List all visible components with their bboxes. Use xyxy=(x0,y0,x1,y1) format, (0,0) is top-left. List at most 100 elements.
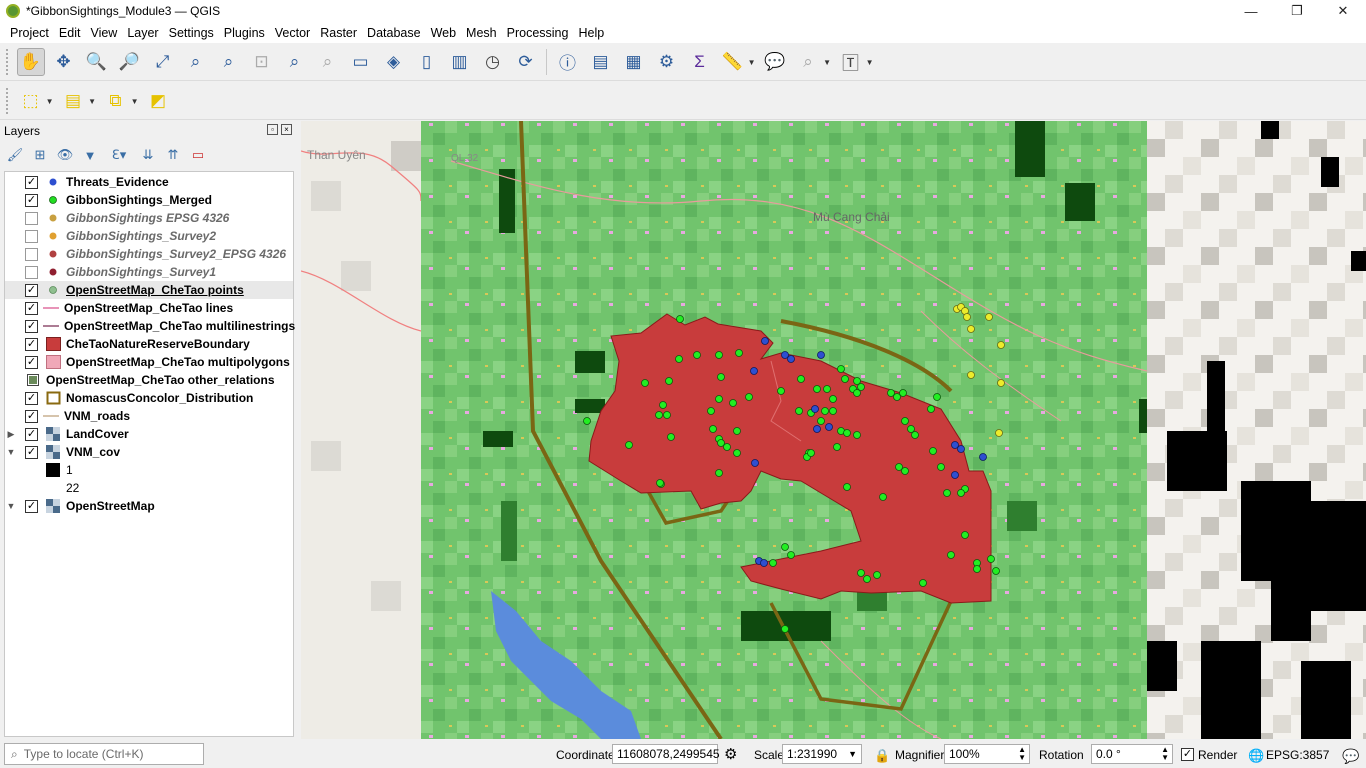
layer-visibility-checkbox[interactable]: ✓ xyxy=(25,301,38,315)
layer-row-threats-evidence[interactable]: ✓ Threats_Evidence xyxy=(5,173,293,191)
zoom-to-selection-icon[interactable]: ⌕ xyxy=(182,48,210,76)
expand-arrow-icon[interactable]: ▶ xyxy=(5,429,17,440)
rotation-field[interactable]: 0.0 ° ▲ ▼ xyxy=(1091,744,1173,764)
statistical-summary-icon[interactable]: Σ xyxy=(686,48,714,76)
coordinate-field[interactable]: 11608078,2499545 xyxy=(612,744,720,764)
layer-row-landcover[interactable]: ▶ ✓ LandCover xyxy=(5,425,293,443)
spinner-arrows-icon[interactable]: ▲ ▼ xyxy=(1161,746,1169,762)
locate-feature-icon[interactable]: ⌕ ▼ xyxy=(794,48,831,76)
new-bookmark-icon[interactable]: ▯ xyxy=(413,48,441,76)
locator-search-input[interactable]: ⌕ Type to locate (Ctrl+K) xyxy=(4,743,204,765)
zoom-in-icon[interactable]: 🔍 xyxy=(83,48,111,76)
layer-visibility-checkbox[interactable] xyxy=(25,229,38,243)
zoom-to-layer-icon[interactable]: ⌕ xyxy=(215,48,243,76)
menu-settings[interactable]: Settings xyxy=(164,26,219,40)
collapse-arrow-icon[interactable]: ▼ xyxy=(5,447,17,457)
close-panel-icon[interactable]: × xyxy=(281,124,292,135)
new-map-view-icon[interactable]: ▭ xyxy=(347,48,375,76)
zoom-out-icon[interactable]: 🔎 xyxy=(116,48,144,76)
layer-visibility-checkbox[interactable]: ✓ xyxy=(25,499,38,513)
remove-layer-icon[interactable]: ▭ xyxy=(187,144,209,166)
render-checkbox[interactable]: ✓ xyxy=(1181,748,1194,761)
map-canvas[interactable]: Than Uyên Mù Cang Chải QL.32 xyxy=(301,121,1366,739)
menu-project[interactable]: Project xyxy=(5,26,54,40)
field-calculator-icon[interactable]: ▦ xyxy=(620,48,648,76)
select-by-value-icon[interactable]: ▤ ▼ xyxy=(59,87,96,115)
menu-database[interactable]: Database xyxy=(362,26,426,40)
temporal-controller-icon[interactable]: ◷ xyxy=(479,48,507,76)
expand-all-icon[interactable]: ⇊ xyxy=(137,144,159,166)
manage-visibility-icon[interactable]: 👁 xyxy=(54,144,76,166)
text-annotation-icon[interactable]: 🅃 ▼ xyxy=(837,48,874,76)
layer-row-reserve-boundary[interactable]: ✓ CheTaoNatureReserveBoundary xyxy=(5,335,293,353)
layer-visibility-checkbox[interactable]: ✓ xyxy=(25,283,38,297)
layer-row-osm-lines[interactable]: ✓ OpenStreetMap_CheTao lines xyxy=(5,299,293,317)
identify-icon[interactable]: ⓘ xyxy=(554,48,582,76)
menu-vector[interactable]: Vector xyxy=(270,26,315,40)
toolbar-grip[interactable] xyxy=(6,87,10,114)
measure-icon[interactable]: 📏 ▼ xyxy=(719,48,756,76)
collapse-all-icon[interactable]: ⇈ xyxy=(162,144,184,166)
zoom-native-icon[interactable]: ⊡ xyxy=(248,48,276,76)
zoom-last-icon[interactable]: ⌕ xyxy=(281,48,309,76)
layer-row-gibbon-survey2-epsg[interactable]: GibbonSightings_Survey2_EPSG 4326 xyxy=(5,245,293,263)
layer-row-gibbon-survey2[interactable]: GibbonSightings_Survey2 xyxy=(5,227,293,245)
float-panel-icon[interactable]: ▫ xyxy=(267,124,278,135)
layer-row-gibbon-epsg4326[interactable]: GibbonSightings EPSG 4326 xyxy=(5,209,293,227)
menu-processing[interactable]: Processing xyxy=(502,26,574,40)
select-by-location-icon[interactable]: ◩ xyxy=(144,87,172,115)
deselect-features-icon[interactable]: ⧉ ▼ xyxy=(102,87,138,115)
layer-visibility-checkbox[interactable]: ✓ xyxy=(25,391,38,405)
menu-edit[interactable]: Edit xyxy=(54,26,86,40)
pan-to-selection-icon[interactable]: ✥ xyxy=(50,48,78,76)
chevron-down-icon[interactable]: ▼ xyxy=(848,749,857,759)
layer-visibility-checkbox[interactable]: ✓ xyxy=(25,337,38,351)
layer-visibility-checkbox[interactable] xyxy=(25,211,38,225)
layer-visibility-checkbox[interactable]: ✓ xyxy=(25,175,38,189)
close-button[interactable]: ✕ xyxy=(1320,0,1366,22)
lock-scale-icon[interactable]: 🔒 xyxy=(874,748,890,764)
zoom-next-icon[interactable]: ⌕ xyxy=(314,48,342,76)
menu-help[interactable]: Help xyxy=(573,26,609,40)
layer-row-gibbon-survey1[interactable]: GibbonSightings_Survey1 xyxy=(5,263,293,281)
menu-mesh[interactable]: Mesh xyxy=(461,26,502,40)
layer-row-osm-multipolygons[interactable]: ✓ OpenStreetMap_CheTao multipolygons xyxy=(5,353,293,371)
show-bookmarks-icon[interactable]: ▥ xyxy=(446,48,474,76)
layer-row-vnm-cov[interactable]: ▼ ✓ VNM_cov xyxy=(5,443,293,461)
add-group-icon[interactable]: ⊞ xyxy=(29,144,51,166)
processing-toolbox-icon[interactable]: ⚙ xyxy=(653,48,681,76)
crs-icon[interactable]: 🌐 xyxy=(1248,748,1264,764)
layer-visibility-checkbox[interactable]: ✓ xyxy=(25,445,38,459)
toggle-extents-icon[interactable]: ⚙ xyxy=(724,745,737,763)
select-features-icon[interactable]: ⬚ ▼ xyxy=(17,87,53,115)
minimize-button[interactable]: — xyxy=(1228,0,1274,22)
crs-label[interactable]: EPSG:3857 xyxy=(1266,748,1329,762)
layer-visibility-checkbox[interactable]: ✓ xyxy=(25,409,38,423)
menu-view[interactable]: View xyxy=(85,26,122,40)
menu-web[interactable]: Web xyxy=(426,26,461,40)
collapse-arrow-icon[interactable]: ▼ xyxy=(5,501,17,511)
zoom-full-icon[interactable]: ⤢ xyxy=(149,48,177,76)
layer-visibility-checkbox[interactable]: ✓ xyxy=(25,427,38,441)
attribute-table-icon[interactable]: ▤ xyxy=(587,48,615,76)
layer-visibility-checkbox[interactable]: ✓ xyxy=(25,193,38,207)
refresh-icon[interactable]: ⟳ xyxy=(512,48,540,76)
menu-layer[interactable]: Layer xyxy=(122,26,163,40)
layer-row-gibbon-merged[interactable]: ✓ GibbonSightings_Merged xyxy=(5,191,293,209)
menu-raster[interactable]: Raster xyxy=(315,26,362,40)
layer-visibility-checkbox[interactable] xyxy=(25,247,38,261)
messages-icon[interactable]: 💬 xyxy=(1342,748,1359,765)
new-3d-map-view-icon[interactable]: ◈ xyxy=(380,48,408,76)
scale-field[interactable]: 1:231990 ▼ xyxy=(782,744,862,764)
layer-visibility-checkbox[interactable]: ✓ xyxy=(25,319,38,333)
menu-plugins[interactable]: Plugins xyxy=(219,26,270,40)
layer-row-openstreetmap[interactable]: ▼ ✓ OpenStreetMap xyxy=(5,497,293,515)
toolbar-grip[interactable] xyxy=(6,48,10,75)
filter-by-expression-icon[interactable]: ℇ▾ xyxy=(104,144,134,166)
maximize-button[interactable]: ❐ xyxy=(1274,0,1320,22)
layer-row-osm-multilinestrings[interactable]: ✓ OpenStreetMap_CheTao multilinestrings xyxy=(5,317,295,335)
filter-legend-icon[interactable]: ▼ xyxy=(79,144,101,166)
pan-map-icon[interactable]: ✋ xyxy=(16,47,45,76)
spinner-arrows-icon[interactable]: ▲ ▼ xyxy=(1018,746,1026,762)
layer-row-vnm-roads[interactable]: ✓ VNM_roads xyxy=(5,407,293,425)
